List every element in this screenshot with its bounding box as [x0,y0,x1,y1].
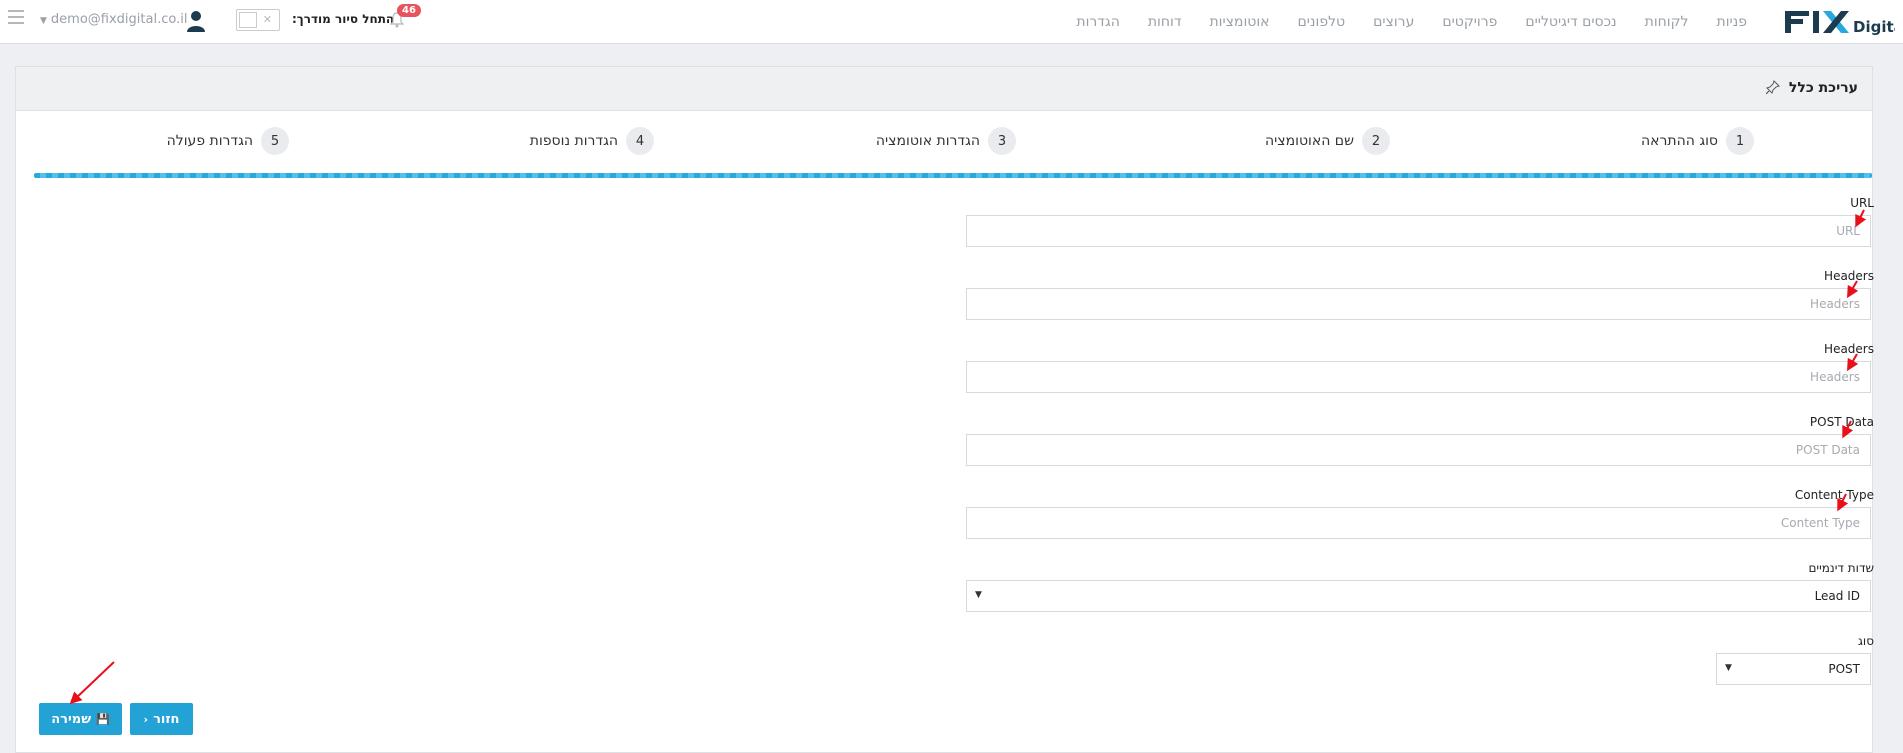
tour-toggle[interactable]: ✕ [236,9,280,31]
nav-channels[interactable]: ערוצים [1359,14,1428,30]
post-data-label: POST Data [1809,415,1874,429]
user-email: demo@fixdigital.co.il [50,12,188,27]
dynamic-fields-value: Lead ID [1814,589,1860,603]
step-number: 5 [261,127,289,155]
action-settings-form: URL Headers Headers POST Data Content Ty… [966,193,1874,704]
main-nav: פניות לקוחות נכסים דיגיטליים פרויקטים ער… [1062,0,1761,44]
edit-rule-panel: עריכת כלל 1 סוג ההתראה 2 שם האוטומציה 3 … [15,66,1874,753]
step-label: הגדרות אוטומציה [875,133,980,149]
step-additional-settings[interactable]: 4 הגדרות נוספות [530,127,654,155]
content-type-label: Content Type [1794,488,1874,502]
step-number: 4 [626,127,654,155]
wizard-steps: 1 סוג ההתראה 2 שם האוטומציה 3 הגדרות אוט… [34,127,1874,167]
type-select[interactable]: POST ▼ [1716,653,1871,685]
nav-leads[interactable]: פניות [1703,14,1762,30]
headers-input[interactable] [966,288,1871,320]
svg-text:Digital: Digital [1853,18,1895,36]
url-input[interactable] [966,215,1871,247]
step-automation-name[interactable]: 2 שם האוטומציה [1265,127,1390,155]
caret-down-icon: ▼ [40,16,47,26]
floppy-disk-icon: 💾 [96,712,110,726]
step-alert-type[interactable]: 1 סוג ההתראה [1641,127,1754,155]
content-type-input[interactable] [966,507,1871,539]
nav-phones[interactable]: טלפונים [1284,14,1360,30]
save-button[interactable]: 💾 שמירה [39,703,122,735]
tour-label: התחל סיור מודרך: [292,12,395,26]
nav-customers[interactable]: לקוחות [1631,14,1703,30]
step-action-settings[interactable]: 5 הגדרות פעולה [167,127,289,155]
step-number: 2 [1362,127,1390,155]
notifications-badge[interactable]: 46 [397,4,421,17]
user-area: ▼ demo@fixdigital.co.il ✕ התחל סיור מודרך… [0,0,460,44]
wizard-progress-bar [34,173,1872,178]
close-icon: ✕ [262,13,272,26]
type-label: סוג [1857,634,1874,648]
toggle-knob [239,12,257,28]
headers-label-2: Headers [1824,342,1874,356]
nav-reports[interactable]: דוחות [1134,14,1196,30]
nav-digital-assets[interactable]: נכסים דיגיטליים [1511,14,1630,30]
panel-title: עריכת כלל [1788,80,1858,96]
nav-automations[interactable]: אוטומציות [1195,14,1283,30]
nav-projects[interactable]: פרויקטים [1428,14,1511,30]
caret-down-icon: ▼ [1725,663,1732,673]
top-bar: Digital פניות לקוחות נכסים דיגיטליים פרו… [0,0,1903,44]
step-label: שם האוטומציה [1265,133,1354,149]
dynamic-fields-label: שדות דינמיים [1808,561,1874,575]
fixdigital-logo[interactable]: Digital [1783,3,1895,39]
step-number: 3 [988,127,1016,155]
dynamic-fields-select[interactable]: Lead ID ▼ [966,580,1871,612]
chevron-left-icon: ‹ [143,712,149,726]
pin-icon [1766,80,1780,94]
post-data-input[interactable] [966,434,1871,466]
nav-settings[interactable]: הגדרות [1062,14,1133,30]
hamburger-icon[interactable] [8,10,24,24]
user-menu[interactable]: ▼ demo@fixdigital.co.il [40,12,187,27]
back-button-label: חזור [153,711,180,727]
step-label: סוג ההתראה [1640,133,1718,149]
caret-down-icon: ▼ [975,590,982,600]
headers-input-2[interactable] [966,361,1871,393]
headers-label: Headers [1824,269,1874,283]
step-number: 1 [1726,127,1754,155]
back-button[interactable]: חזור ‹ [130,703,193,735]
step-label: הגדרות נוספות [529,133,618,149]
save-button-label: שמירה [51,711,92,727]
step-label: הגדרות פעולה [166,133,253,149]
panel-header: עריכת כלל [16,67,1872,111]
type-value: POST [1828,662,1860,676]
url-label: URL [1850,196,1874,210]
user-avatar-icon[interactable] [186,10,206,32]
step-automation-settings[interactable]: 3 הגדרות אוטומציה [876,127,1016,155]
